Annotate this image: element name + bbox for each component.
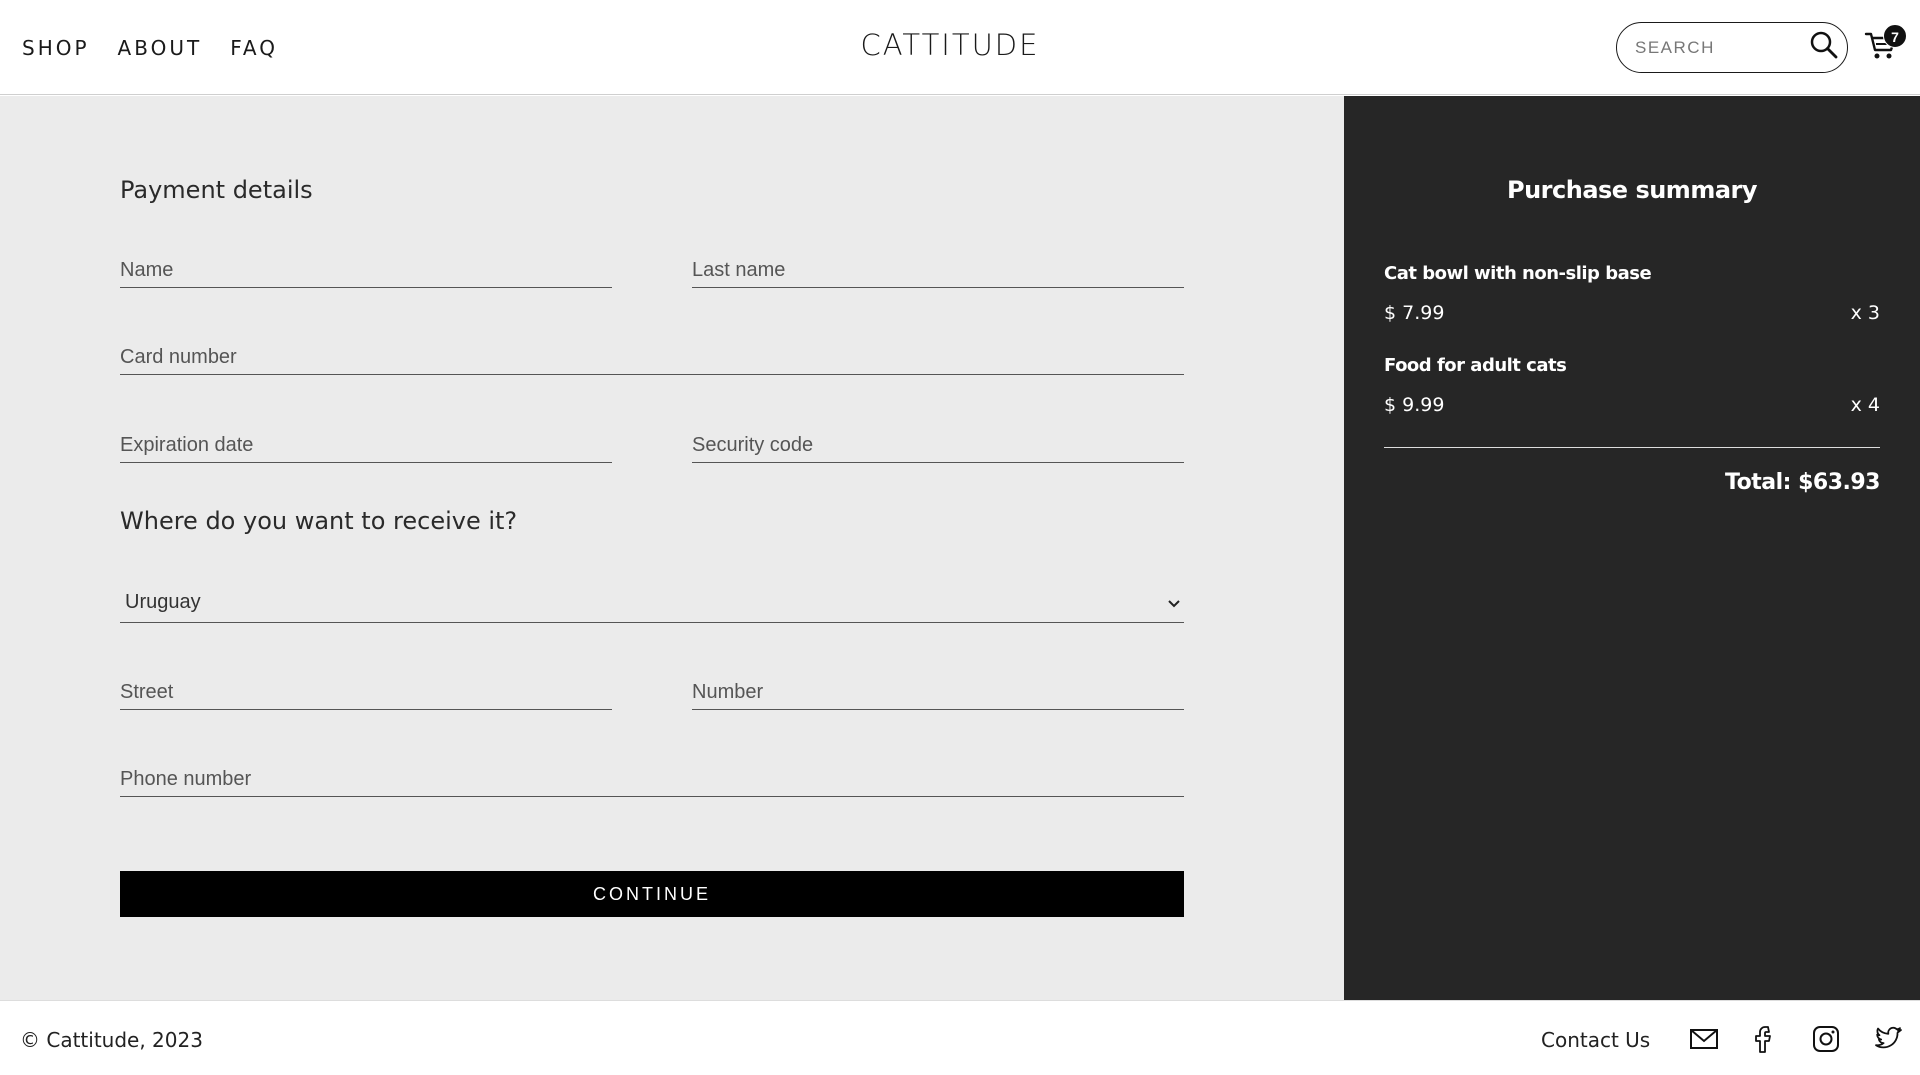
country-select[interactable]: Uruguay [120,583,1184,623]
twitter-icon[interactable] [1872,1023,1904,1055]
phone-number-input[interactable] [120,757,1184,796]
last-name-field [692,248,1184,288]
site-logo[interactable]: CATTITUDE [0,28,1900,62]
name-input[interactable] [120,248,612,287]
cart-count-badge: 7 [1883,24,1907,48]
name-field [120,248,612,288]
country-select-value: Uruguay [125,591,201,613]
search-icon[interactable] [1809,30,1839,60]
payment-details-heading: Payment details [120,176,313,204]
shipping-heading: Where do you want to receive it? [120,507,518,535]
summary-item-price: $ 9.99 [1384,394,1445,416]
summary-item-quantity: x 3 [1850,302,1880,324]
security-code-field [692,423,1184,463]
payment-form-panel: Payment details Where do you want to rec… [0,96,1344,1000]
order-total: Total: $63.93 [1725,470,1880,495]
search-box [1616,22,1848,73]
summary-item-quantity: x 4 [1850,394,1880,416]
summary-item-name: Cat bowl with non-slip base [1384,263,1652,284]
security-code-input[interactable] [692,423,1184,462]
expiration-date-field [120,423,612,463]
phone-number-field [120,757,1184,797]
number-input[interactable] [692,670,1184,709]
facebook-icon[interactable] [1749,1023,1781,1055]
site-footer: © Cattitude, 2023 Contact Us [0,1000,1920,1075]
card-number-input[interactable] [120,335,1184,374]
mail-icon[interactable] [1688,1023,1720,1055]
street-input[interactable] [120,670,612,709]
summary-item-price: $ 7.99 [1384,302,1445,324]
chevron-down-icon [1168,600,1180,608]
search-input[interactable] [1635,35,1795,61]
street-field [120,670,612,710]
expiration-date-input[interactable] [120,423,612,462]
summary-divider [1384,447,1880,448]
copyright-text: © Cattitude, 2023 [20,1028,203,1052]
instagram-icon[interactable] [1810,1023,1842,1055]
purchase-summary-panel: Purchase summary Cat bowl with non-slip … [1344,96,1920,1000]
summary-item-name: Food for adult cats [1384,355,1567,376]
continue-button[interactable]: CONTINUE [120,871,1184,917]
last-name-input[interactable] [692,248,1184,287]
contact-us-link[interactable]: Contact Us [1541,1028,1650,1052]
purchase-summary-heading: Purchase summary [1507,176,1758,204]
number-field [692,670,1184,710]
card-number-field [120,335,1184,375]
site-header: SHOP ABOUT FAQ CATTITUDE 7 [0,0,1920,95]
